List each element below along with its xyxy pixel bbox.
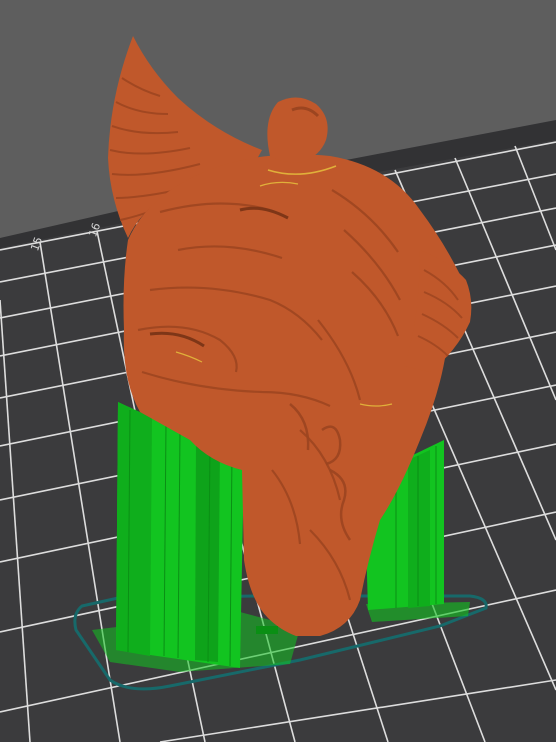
- 3d-preview-viewport[interactable]: 15 16: [0, 0, 556, 742]
- model-base-detail: [256, 626, 278, 634]
